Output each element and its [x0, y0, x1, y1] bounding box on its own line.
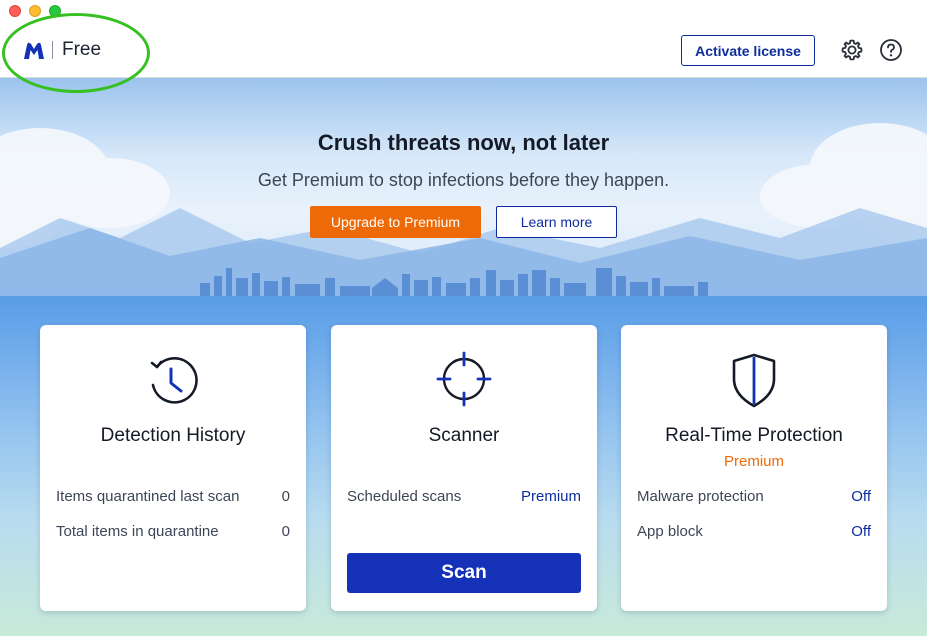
shield-icon [732, 353, 776, 408]
history-clock-icon [150, 357, 198, 404]
stat-row: Total items in quarantine 0 [56, 523, 290, 543]
help-icon[interactable] [879, 38, 903, 62]
crosshair-icon [436, 351, 492, 407]
app-block-status[interactable]: Off [851, 523, 871, 543]
premium-badge[interactable]: Premium [621, 453, 887, 470]
stat-label: Items quarantined last scan [56, 488, 240, 505]
stat-label: App block [637, 523, 703, 540]
stat-row: App block Off [637, 523, 871, 543]
stat-row: Scheduled scans Premium [347, 488, 581, 508]
brand: Free [22, 37, 101, 63]
promo-subtitle: Get Premium to stop infections before th… [257, 170, 670, 190]
scanner-card[interactable]: Scanner Scheduled scans Premium Scan [331, 325, 597, 611]
plan-label: Free [62, 39, 102, 60]
window-minimize-button[interactable] [29, 5, 41, 17]
stat-value: 0 [281, 488, 290, 505]
stat-value: 0 [281, 523, 290, 540]
stat-label: Total items in quarantine [56, 523, 219, 540]
window-zoom-button[interactable] [49, 5, 61, 17]
scanner-title: Scanner [428, 425, 500, 446]
real-time-protection-title: Real-Time Protection [665, 425, 843, 446]
premium-link[interactable]: Premium [521, 488, 581, 508]
stat-row: Malware protection Off [637, 488, 871, 508]
gear-icon[interactable] [840, 38, 864, 62]
malwarebytes-logo-icon [24, 42, 44, 59]
promo-title: Crush threats now, not later [317, 130, 610, 155]
brand-divider [52, 41, 53, 59]
activate-license-button[interactable]: Activate license [681, 35, 815, 66]
detection-history-title: Detection History [100, 425, 246, 446]
malware-protection-status[interactable]: Off [851, 488, 871, 508]
stat-row: Items quarantined last scan 0 [56, 488, 290, 508]
stat-label: Scheduled scans [347, 488, 462, 505]
detection-history-card[interactable]: Detection History Items quarantined last… [40, 325, 306, 611]
promo-banner: Crush threats now, not later Get Premium… [0, 78, 927, 301]
learn-more-button[interactable]: Learn more [496, 206, 617, 238]
scan-button[interactable]: Scan [347, 553, 581, 593]
window-close-button[interactable] [9, 5, 21, 17]
upgrade-to-premium-button[interactable]: Upgrade to Premium [310, 206, 481, 238]
real-time-protection-card[interactable]: Real-Time Protection Premium Malware pro… [621, 325, 887, 611]
stat-label: Malware protection [637, 488, 764, 505]
app-header: Free Activate license [0, 0, 927, 78]
